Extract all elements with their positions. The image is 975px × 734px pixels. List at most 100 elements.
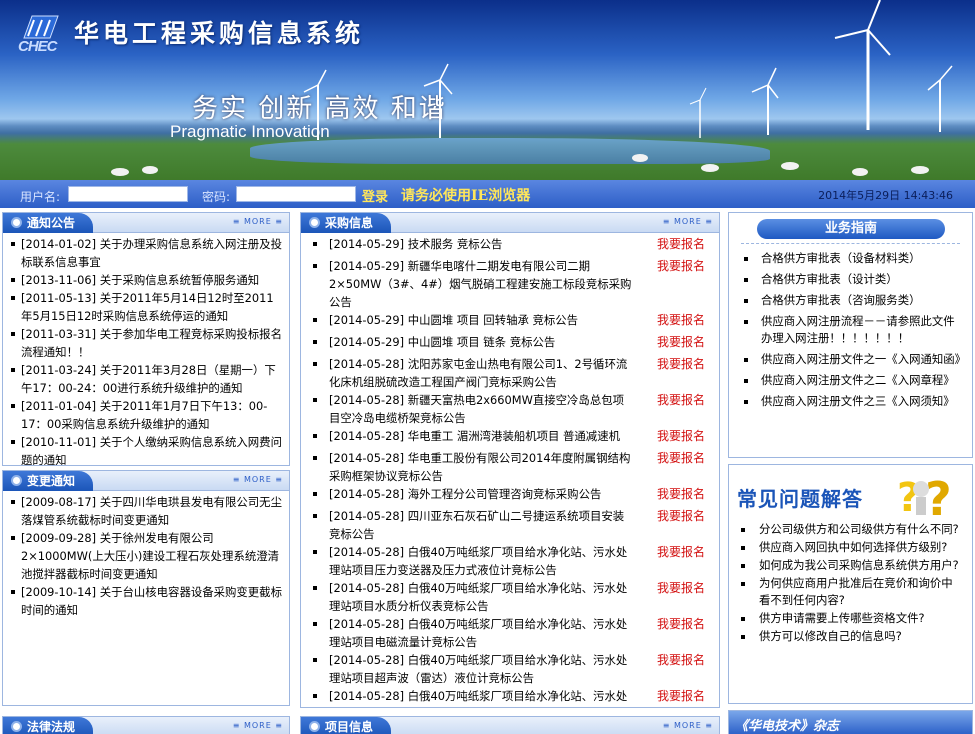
procurement-item-title[interactable]: [2014-05-28] 白俄40万吨纸浆厂项目给水净化站、污水处理站项目电磁流… <box>329 617 627 649</box>
changes-panel: 变更通知 ≡ MORE ≡ [2009-08-17] 关于四川华电珙县发电有限公… <box>2 470 290 706</box>
list-item[interactable]: [2014-05-28] 白俄40万吨纸浆厂项目给水净化站、污水处理站项目超声波… <box>309 651 711 687</box>
wind-turbine-icon <box>111 0 953 176</box>
list-item[interactable]: [2014-05-28] 白俄40万吨纸浆厂项目给水净化站、污水处理站项目电磁流… <box>309 615 711 651</box>
register-link[interactable]: 我要报名 <box>657 235 705 253</box>
list-item[interactable]: [2009-09-28] 关于徐州发电有限公司2×1000MW(上大压小)建设工… <box>11 529 283 583</box>
procurement-item-title[interactable]: [2014-05-28] 白俄40万吨纸浆厂项目给水净化站、污水处理站项目水质分… <box>329 581 627 613</box>
password-input[interactable] <box>236 186 356 202</box>
list-item[interactable]: [2014-05-28] 白俄40万吨纸浆厂项目给水净化站、污水处理站项目压力表… <box>309 687 711 707</box>
bullet-icon <box>309 721 320 732</box>
bullet-icon <box>11 721 22 732</box>
magazine-title: 《华电技术》杂志 <box>735 719 840 734</box>
list-item[interactable]: [2014-05-28] 白俄40万吨纸浆厂项目给水净化站、污水处理站项目压力变… <box>309 543 711 579</box>
procurement-item-title[interactable]: [2014-05-29] 中山圆堆 项目 回转轴承 竞标公告 <box>329 313 578 327</box>
bullet-icon <box>11 475 22 486</box>
register-link[interactable]: 我要报名 <box>657 391 705 409</box>
list-item[interactable]: [2014-01-02] 关于办理采购信息系统入网注册及投标联系信息事宜 <box>11 235 283 271</box>
procurement-item-title[interactable]: [2014-05-28] 白俄40万吨纸浆厂项目给水净化站、污水处理站项目压力变… <box>329 545 627 577</box>
list-item[interactable]: [2014-05-28] 白俄40万吨纸浆厂项目给水净化站、污水处理站项目水质分… <box>309 579 711 615</box>
list-item[interactable]: [2014-05-29] 中山圆堆 项目 回转轴承 竞标公告 我要报名 <box>309 311 711 333</box>
list-item[interactable]: 分公司级供方和公司级供方有什么不同? <box>739 521 964 538</box>
guide-list: 合格供方审批表（设备材料类） 合格供方审批表（设计类） 合格供方审批表（咨询服务… <box>729 244 972 410</box>
register-link[interactable]: 我要报名 <box>657 543 705 561</box>
list-item[interactable]: 供方申请需要上传哪些资格文件? <box>739 610 964 627</box>
projects-more-link[interactable]: ≡ MORE ≡ <box>663 721 713 730</box>
procurement-item-title[interactable]: [2014-05-28] 沈阳苏家屯金山热电有限公司1、2号循环流化床机组脱硫改… <box>329 357 627 389</box>
bullet-icon <box>309 217 320 228</box>
list-item[interactable]: [2013-11-06] 关于采购信息系统暂停服务通知 <box>11 271 283 289</box>
list-item[interactable]: 如何成为我公司采购信息系统供方用户? <box>739 557 964 574</box>
procurement-more-link[interactable]: ≡ MORE ≡ <box>663 217 713 226</box>
changes-more-link[interactable]: ≡ MORE ≡ <box>233 475 283 484</box>
laws-panel: 法律法规 ≡ MORE ≡ <box>2 716 290 734</box>
register-link[interactable]: 我要报名 <box>657 651 705 669</box>
username-label: 用户名: <box>20 190 61 204</box>
register-link[interactable]: 我要报名 <box>657 615 705 633</box>
list-item[interactable]: [2010-11-01] 关于个人缴纳采购信息系统入网费问题的通知 <box>11 433 283 465</box>
list-item[interactable]: 供方可以修改自己的信息吗? <box>739 628 964 645</box>
procurement-item-title[interactable]: [2014-05-29] 中山圆堆 项目 链条 竞标公告 <box>329 335 555 349</box>
laws-more-link[interactable]: ≡ MORE ≡ <box>233 721 283 730</box>
procurement-item-title[interactable]: [2014-05-28] 华电重工 湄洲湾港装船机项目 普通减速机 <box>329 429 620 443</box>
list-item[interactable]: [2011-03-31] 关于参加华电工程竞标采购投标报名流程通知！！ <box>11 325 283 361</box>
magazine-panel[interactable]: 《华电技术》杂志 <box>728 710 973 734</box>
procurement-item-title[interactable]: [2014-05-28] 华电重工股份有限公司2014年度附属钢结构采购框架协议… <box>329 451 630 483</box>
procurement-item-title[interactable]: [2014-05-28] 四川亚东石灰石矿山二号捷运系统项目安装竞标公告 <box>329 509 624 541</box>
procurement-item-title[interactable]: [2014-05-28] 白俄40万吨纸浆厂项目给水净化站、污水处理站项目超声波… <box>329 653 627 685</box>
list-item[interactable]: [2014-05-28] 华电重工股份有限公司2014年度附属钢结构采购框架协议… <box>309 449 711 485</box>
list-item[interactable]: [2014-05-29] 新疆华电喀什二期发电有限公司二期2×50MW（3#、4… <box>309 257 711 311</box>
procurement-item-title[interactable]: [2014-05-29] 新疆华电喀什二期发电有限公司二期2×50MW（3#、4… <box>329 259 631 309</box>
list-item[interactable]: 供应商入网注册文件之三《入网须知》 <box>741 393 964 410</box>
list-item[interactable]: [2011-01-04] 关于2011年1月7日下午13：00-17：00采购信… <box>11 397 283 433</box>
register-link[interactable]: 我要报名 <box>657 579 705 597</box>
list-item[interactable]: 供应商入网注册文件之一《入网通知函》 <box>741 351 966 368</box>
register-link[interactable]: 我要报名 <box>657 257 705 275</box>
username-input[interactable] <box>68 186 188 202</box>
notices-panel: 通知公告 ≡ MORE ≡ [2014-01-02] 关于办理采购信息系统入网注… <box>2 212 290 466</box>
projects-panel: 项目信息 ≡ MORE ≡ <box>300 716 720 734</box>
list-item[interactable]: [2014-05-28] 华电重工 湄洲湾港装船机项目 普通减速机 我要报名 <box>309 427 711 449</box>
faq-title: 常见问题解答 <box>737 487 863 511</box>
guide-panel: 业务指南 合格供方审批表（设备材料类） 合格供方审批表（设计类） 合格供方审批表… <box>728 212 973 458</box>
list-item[interactable]: 合格供方审批表（咨询服务类） <box>741 292 964 309</box>
list-item[interactable]: [2014-05-28] 沈阳苏家屯金山热电有限公司1、2号循环流化床机组脱硫改… <box>309 355 711 391</box>
register-link[interactable]: 我要报名 <box>657 507 705 525</box>
svg-text:?: ? <box>925 472 952 519</box>
list-item[interactable]: [2014-05-29] 中山圆堆 项目 链条 竞标公告 我要报名 <box>309 333 711 355</box>
list-item[interactable]: [2014-05-28] 海外工程分公司管理咨询竞标采购公告 我要报名 <box>309 485 711 507</box>
guide-title: 业务指南 <box>757 219 945 239</box>
login-button[interactable]: 登录 <box>362 186 388 205</box>
list-item[interactable]: 为何供应商用户批准后在竞价和询价中看不到任何内容? <box>739 575 964 609</box>
list-item[interactable]: 供应商入网回执中如何选择供方级别? <box>739 539 964 556</box>
list-item[interactable]: [2011-03-24] 关于2011年3月28日（星期一）下午17：00-24… <box>11 361 283 397</box>
register-link[interactable]: 我要报名 <box>657 333 705 351</box>
guide-header: 业务指南 <box>729 213 972 239</box>
list-item[interactable]: [2009-10-14] 关于台山核电容器设备采购变更截标时间的通知 <box>11 583 283 619</box>
faq-list: 分公司级供方和公司级供方有什么不同? 供应商入网回执中如何选择供方级别? 如何成… <box>729 521 972 645</box>
register-link[interactable]: 我要报名 <box>657 427 705 445</box>
procurement-item-title[interactable]: [2014-05-28] 新疆天富热电2x660MW直接空冷岛总包项目空冷岛电缆… <box>329 393 624 425</box>
list-item[interactable]: [2011-05-13] 关于2011年5月14日12时至2011年5月15日1… <box>11 289 283 325</box>
faq-panel: 常见问题解答 ? ? 分公司级供方和公司级供方有什么不同? 供应商入网回执中如何… <box>728 464 973 704</box>
procurement-item-title[interactable]: [2014-05-28] 海外工程分公司管理咨询竞标采购公告 <box>329 487 601 501</box>
register-link[interactable]: 我要报名 <box>657 311 705 329</box>
procurement-item-title[interactable]: [2014-05-29] 技术服务 竞标公告 <box>329 237 502 251</box>
list-item[interactable]: [2009-08-17] 关于四川华电珙县发电有限公司无尘落煤管系统截标时间变更… <box>11 493 283 529</box>
header-banner: CHEC 华电工程采购信息系统 务实 创新 高效 和谐 Pragmatic In… <box>0 0 975 180</box>
register-link[interactable]: 我要报名 <box>657 449 705 467</box>
register-link[interactable]: 我要报名 <box>657 687 705 705</box>
list-item[interactable]: 供应商入网注册文件之二《入网章程》 <box>741 372 964 389</box>
notices-more-link[interactable]: ≡ MORE ≡ <box>233 217 283 226</box>
list-item[interactable]: 供应商入网注册流程－－请参照此文件办理入网注册！！！！！！！ <box>741 313 964 347</box>
register-link[interactable]: 我要报名 <box>657 485 705 503</box>
list-item[interactable]: 合格供方审批表（设备材料类） <box>741 250 964 267</box>
register-link[interactable]: 我要报名 <box>657 355 705 373</box>
laws-title: 法律法规 <box>27 720 76 734</box>
list-item[interactable]: [2014-05-29] 技术服务 竞标公告 我要报名 <box>309 235 711 257</box>
list-item[interactable]: [2014-05-28] 四川亚东石灰石矿山二号捷运系统项目安装竞标公告 我要报名 <box>309 507 711 543</box>
notices-header: 通知公告 ≡ MORE ≡ <box>3 213 289 233</box>
procurement-item-title[interactable]: [2014-05-28] 白俄40万吨纸浆厂项目给水净化站、污水处理站项目压力表… <box>329 689 627 707</box>
list-item[interactable]: 合格供方审批表（设计类） <box>741 271 964 288</box>
list-item[interactable]: [2014-05-28] 新疆天富热电2x660MW直接空冷岛总包项目空冷岛电缆… <box>309 391 711 427</box>
projects-header: 项目信息 ≡ MORE ≡ <box>301 717 719 734</box>
